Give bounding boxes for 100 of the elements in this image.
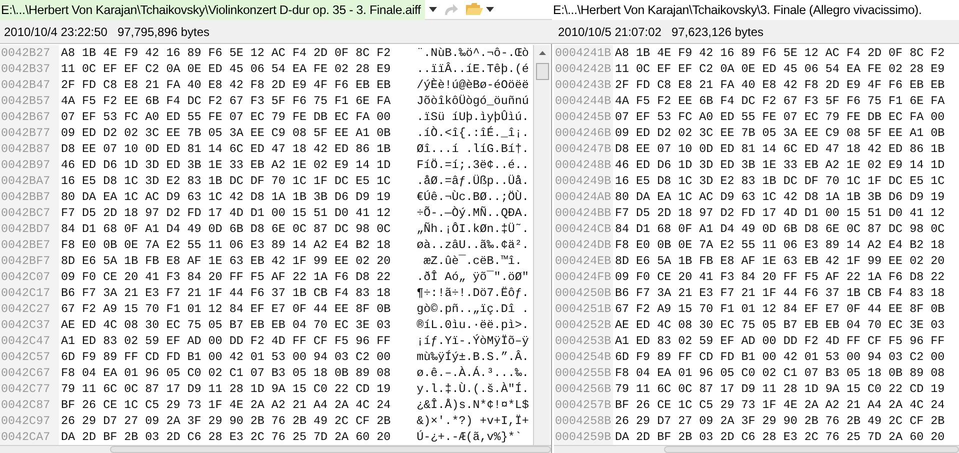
ascii-text: ø.ê.–.À.Á.³...‰. <box>416 365 529 381</box>
hex-bytes: 79 11 6C 0C 87 17 D9 11 28 1D 9A 15 C0 22 CD 19 <box>615 381 945 397</box>
hex-bytes: 84 D1 68 0F A1 D4 49 0D 6B D8 6E 0C 87 DC 98 0C <box>61 221 391 237</box>
ascii-text: øà..zâU..ã‰.¢ä². <box>416 237 529 253</box>
file-timestamp: 2010/10/4 23:22:50 <box>4 24 108 40</box>
offset-label: 0004241B <box>554 45 613 61</box>
offset-label: 0004246B <box>554 125 613 141</box>
ascii-text: y.l.‡.Ù.(.š.À"Í. <box>416 381 529 397</box>
offset-label: 0004259B <box>554 429 613 445</box>
hex-bytes: 09 ED D2 02 3C EE 7B 05 3A EE C9 08 5F EE A1 0B <box>615 125 945 141</box>
hex-bytes: F8 04 EA 01 96 05 C0 02 C1 07 B3 05 18 0B 89 08 <box>615 365 945 381</box>
hex-bytes: B6 F7 3A 21 E3 F7 21 1F 44 F6 37 1B CB F4 83 18 <box>61 285 391 301</box>
dropdown-caret-icon[interactable] <box>428 7 437 12</box>
ascii-text: .ðÎ Aó„ ÿõ¯".öØ" <box>416 269 529 285</box>
ascii-text: .ïSü íUþ.ìyþÛìú. <box>416 109 529 125</box>
offset-label: 0042BA7 <box>0 173 59 189</box>
hex-bytes: 6D F9 89 FF CD FD B1 00 42 01 53 00 94 03 C2 00 <box>615 349 945 365</box>
offset-label: 000424DB <box>554 237 613 253</box>
offset-label: 0004248B <box>554 157 613 173</box>
redo-arrow-icon[interactable] <box>442 2 459 16</box>
hex-bytes: 46 ED D6 1D 3D ED 3B 1E 33 EB A2 1E 02 E9 14 1D <box>61 157 391 173</box>
hex-bytes: D8 EE 07 10 0D ED 81 14 6C ED 47 18 42 ED 86 1B <box>615 141 945 157</box>
offset-label: 000424EB <box>554 253 613 269</box>
offset-label: 0042B27 <box>0 45 59 61</box>
hex-bytes: AE ED 4C 08 30 EC 75 05 B7 EB EB 04 70 EC 3E 03 <box>61 317 391 333</box>
file-timestamp: 2010/10/5 21:07:02 <box>558 24 662 40</box>
horizontal-scrollbar[interactable] <box>0 445 551 453</box>
hex-bytes: 2F FD C8 E8 21 FA 40 E8 42 F8 2D E9 4F F6 EB EB <box>61 77 391 93</box>
ascii-text: mù‰ÿÍý±.B.S.”.Â. <box>416 349 529 365</box>
offset-label: 0004245B <box>554 109 613 125</box>
offset-label: 0004249B <box>554 173 613 189</box>
offset-label: 0042B77 <box>0 125 59 141</box>
ascii-text: .íÒ.<î{.:îÉ._î¡. <box>416 125 529 141</box>
offset-label: 0042BF7 <box>0 253 59 269</box>
hex-bytes: 67 F2 A9 15 70 F1 01 12 84 EF E7 0F 44 EE 8F 0B <box>615 301 945 317</box>
ascii-text: ¡íƒ.Yï-.ÝòMÿÏõ–ÿ <box>416 333 529 349</box>
offset-label: 0004256B <box>554 381 613 397</box>
file-size: 97,623,126 bytes <box>671 24 764 40</box>
vertical-scrollbar[interactable] <box>533 45 550 445</box>
hex-bytes: BF 26 CE 1C C5 29 73 1F 4E 2A A2 21 A4 2A 4C 24 <box>615 397 945 413</box>
offset-label: 0042BB7 <box>0 189 59 205</box>
dropdown-caret-icon[interactable] <box>486 7 494 12</box>
offset-label: 0042C77 <box>0 381 59 397</box>
hex-bytes: 09 ED D2 02 3C EE 7B 05 3A EE C9 08 5F EE A1 0B <box>61 125 391 141</box>
scrollbar-thumb[interactable] <box>536 63 548 80</box>
hex-bytes: A1 ED 83 02 59 EF AD 00 DD F2 4D FF CF F5 96 FF <box>61 333 391 349</box>
hex-bytes: 4A F5 F2 EE 6B F4 DC F2 67 F3 5F F6 75 F1 6E FA <box>615 93 945 109</box>
ascii-text: JõòîkôÜògó_öuñnú <box>416 93 529 109</box>
hex-bytes: D8 EE 07 10 0D ED 81 14 6C ED 47 18 42 ED 86 1B <box>61 141 391 157</box>
scroll-up-icon[interactable] <box>538 51 546 55</box>
ascii-text: FíÖ.=í;.3ë¢..é.. <box>416 157 529 173</box>
offset-label: 0042B47 <box>0 77 59 93</box>
hex-bytes: 09 F0 CE 20 41 F3 84 20 FF F5 AF 22 1A F6 D8 22 <box>61 269 391 285</box>
file-size: 97,795,896 bytes <box>117 24 210 40</box>
hex-bytes: 67 F2 A9 15 70 F1 01 12 84 EF E7 0F 44 EE 8F 0B <box>61 301 391 317</box>
hex-bytes: DA 2D BF 2B 03 2D C6 28 E3 2C 76 25 7D 2A 60 20 <box>615 429 945 445</box>
offset-label: 0004242B <box>554 61 613 77</box>
hex-bytes: 26 29 D7 27 09 2A 3F 29 90 2B 76 2B 49 2C CF 2B <box>615 413 945 429</box>
hex-bytes: 8D E6 5A 1B FB E8 AF 1E 63 EB 42 1F 99 EE 02 20 <box>61 253 391 269</box>
hex-bytes: F8 E0 0B 0E 7A E2 55 11 06 E3 89 14 A2 E4 B2 18 <box>615 237 945 253</box>
hex-bytes: F7 D5 2D 18 97 D2 FD 17 4D D1 00 15 51 D0 41 12 <box>615 205 945 221</box>
hex-bytes: B6 F7 3A 21 E3 F7 21 1F 44 F6 37 1B CB F4 83 18 <box>615 285 945 301</box>
ascii-text: ..ïïÂ..íE.Têþ.(é <box>416 61 529 77</box>
hex-bytes: 6D F9 89 FF CD FD B1 00 42 01 53 00 94 03 C2 00 <box>61 349 391 365</box>
horizontal-scrollbar[interactable] <box>554 445 959 453</box>
offset-label: 000424CB <box>554 221 613 237</box>
offset-label: 0042C17 <box>0 285 59 301</box>
hex-bytes: F8 E0 0B 0E 7A E2 55 11 06 E3 89 14 A2 E4 B2 18 <box>61 237 391 253</box>
offset-label: 0004243B <box>554 77 613 93</box>
ascii-text: .åØ.=âƒ.Üßp..Üå. <box>416 173 529 189</box>
offset-label: 0004258B <box>554 413 613 429</box>
offset-label: 0004254B <box>554 349 613 365</box>
offset-label: 0004244B <box>554 93 613 109</box>
offset-label: 0042B57 <box>0 93 59 109</box>
ascii-text: ®íL.0ìu.·ëë.pì>. <box>416 317 529 333</box>
offset-label: 000424AB <box>554 189 613 205</box>
scrollbar-thumb[interactable] <box>664 446 959 453</box>
hex-bytes: 09 F0 CE 20 41 F3 84 20 FF F5 AF 22 1A F6 D8 22 <box>615 269 945 285</box>
hex-bytes: 4A F5 F2 EE 6B F4 DC F2 67 F3 5F F6 75 F1 6E FA <box>61 93 391 109</box>
file-path-field[interactable]: E:\...\Herbert Von Karajan\Tchaikovsky\Violinkonzert D-dur op. 35 - 3. Finale.aiff <box>0 0 425 20</box>
ascii-text: &)×'.*?) +v+I,Ï+ <box>416 413 529 429</box>
scrollbar-thumb[interactable] <box>110 446 551 453</box>
ascii-text: €Úê.¬Ùc.BØ..;ÖÙ. <box>416 189 529 205</box>
hex-bytes: AE ED 4C 08 30 EC 75 05 B7 EB EB 04 70 EC 3E 03 <box>615 317 945 333</box>
hex-bytes: 80 DA EA 1C AC D9 63 1C 42 D8 1A 1B 3B D6 D9 19 <box>615 189 945 205</box>
ascii-text: ¨.NùB.‰ö^.¬ô-.Œò <box>416 45 529 61</box>
hex-bytes: 46 ED D6 1D 3D ED 3B 1E 33 EB A2 1E 02 E9 14 1D <box>615 157 945 173</box>
hex-bytes: 07 EF 53 FC A0 ED 55 FE 07 EC 79 FE DB EC FA 00 <box>615 109 945 125</box>
ascii-text: gò©.pñ..„ïç.Dî . <box>416 301 529 317</box>
offset-label: 0004247B <box>554 141 613 157</box>
hex-bytes: A8 1B 4E F9 42 16 89 F6 5E 12 AC F4 2D 0F 8C F2 <box>61 45 391 61</box>
offset-label: 0042B97 <box>0 157 59 173</box>
offset-label: 0004250B <box>554 285 613 301</box>
hex-bytes: 84 D1 68 0F A1 D4 49 0D 6B D8 6E 0C 87 DC 98 0C <box>615 221 945 237</box>
offset-label: 0042BC7 <box>0 205 59 221</box>
hex-bytes: A1 ED 83 02 59 EF AD 00 DD F2 4D FF CF F5 96 FF <box>615 333 945 349</box>
offset-label: 0042B37 <box>0 61 59 77</box>
hex-bytes: 26 29 D7 27 09 2A 3F 29 90 2B 76 2B 49 2C CF 2B <box>61 413 391 429</box>
ascii-text: ¶÷:!ã÷!.Dö7.Ëôƒ. <box>416 285 529 301</box>
ascii-text: ÷Õ-.—Òý.MÑ..QÐA. <box>416 205 529 221</box>
